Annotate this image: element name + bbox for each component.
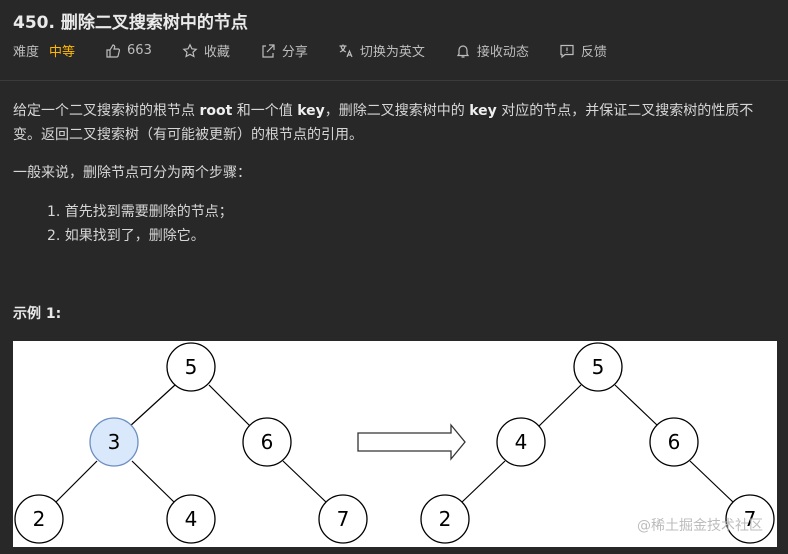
edge bbox=[282, 460, 328, 504]
difficulty-badge: 中等 bbox=[49, 45, 76, 60]
edge bbox=[689, 460, 735, 504]
feedback-label: 反馈 bbox=[580, 45, 607, 60]
watermark: @稀土掘金技术社区 bbox=[637, 518, 763, 534]
node-value: 5 bbox=[185, 355, 198, 379]
notify-label: 接收动态 bbox=[476, 45, 529, 60]
star-icon bbox=[182, 42, 198, 58]
bell-icon bbox=[456, 44, 470, 58]
edge bbox=[460, 460, 506, 504]
translate-icon bbox=[339, 44, 353, 57]
edge bbox=[208, 384, 251, 427]
feedback-icon bbox=[560, 44, 574, 58]
share-button[interactable]: 分享 bbox=[260, 41, 308, 60]
translate-button[interactable]: 切换为英文 bbox=[338, 41, 425, 60]
code-root: root bbox=[199, 103, 233, 119]
problem-meta-bar: 难度 中等 663 收藏 分享 切换为英文 接收动态 反馈 bbox=[13, 41, 637, 60]
header-divider bbox=[0, 80, 788, 81]
node-value: 3 bbox=[108, 430, 121, 454]
example-title: 示例 1: bbox=[13, 306, 62, 322]
node-value: 6 bbox=[261, 430, 274, 454]
description-paragraph-1: 给定一个二叉搜索树的根节点 root 和一个值 key，删除二叉搜索树中的 ke… bbox=[13, 99, 778, 147]
feedback-button[interactable]: 反馈 bbox=[559, 41, 607, 60]
problem-title: 450. 删除二叉搜索树中的节点 bbox=[13, 13, 248, 33]
example-figure: 5 3 6 2 4 7 5 4 6 2 7 @稀土掘金技术社区 bbox=[13, 341, 777, 547]
collect-label: 收藏 bbox=[203, 45, 230, 60]
notify-button[interactable]: 接收动态 bbox=[455, 41, 529, 60]
code-key: key bbox=[297, 103, 325, 119]
node-value: 6 bbox=[668, 430, 681, 454]
node-value: 5 bbox=[592, 355, 605, 379]
desc-text: 给定一个二叉搜索树的根节点 bbox=[13, 103, 200, 119]
difficulty-label: 难度 bbox=[13, 45, 40, 60]
desc-text: ，删除二叉搜索树中的 bbox=[324, 103, 470, 119]
edge bbox=[131, 460, 176, 504]
code-key: key bbox=[469, 103, 497, 119]
thumbs-up-icon bbox=[106, 43, 121, 58]
share-label: 分享 bbox=[281, 45, 308, 60]
node-value: 4 bbox=[515, 430, 528, 454]
desc-text: 和一个值 bbox=[232, 103, 298, 119]
right-arrow-icon bbox=[357, 423, 466, 461]
edge bbox=[614, 384, 659, 427]
node-value: 2 bbox=[33, 507, 46, 531]
steps-list: 1. 首先找到需要删除的节点； 2. 如果找到了，删除它。 bbox=[47, 200, 233, 248]
node-value: 4 bbox=[185, 507, 198, 531]
share-icon bbox=[262, 43, 275, 58]
description-paragraph-2: 一般来说，删除节点可分为两个步骤： bbox=[13, 165, 251, 181]
edge bbox=[128, 384, 176, 428]
like-count: 663 bbox=[127, 43, 152, 58]
edge bbox=[54, 460, 98, 504]
translate-label: 切换为英文 bbox=[359, 45, 425, 60]
node-value: 2 bbox=[439, 507, 452, 531]
node-value: 7 bbox=[337, 507, 350, 531]
list-item: 2. 如果找到了，删除它。 bbox=[47, 228, 205, 244]
edge bbox=[537, 384, 582, 428]
collect-button[interactable]: 收藏 bbox=[182, 41, 230, 60]
like-button[interactable]: 663 bbox=[105, 43, 152, 59]
list-item: 1. 首先找到需要删除的节点； bbox=[47, 204, 233, 220]
